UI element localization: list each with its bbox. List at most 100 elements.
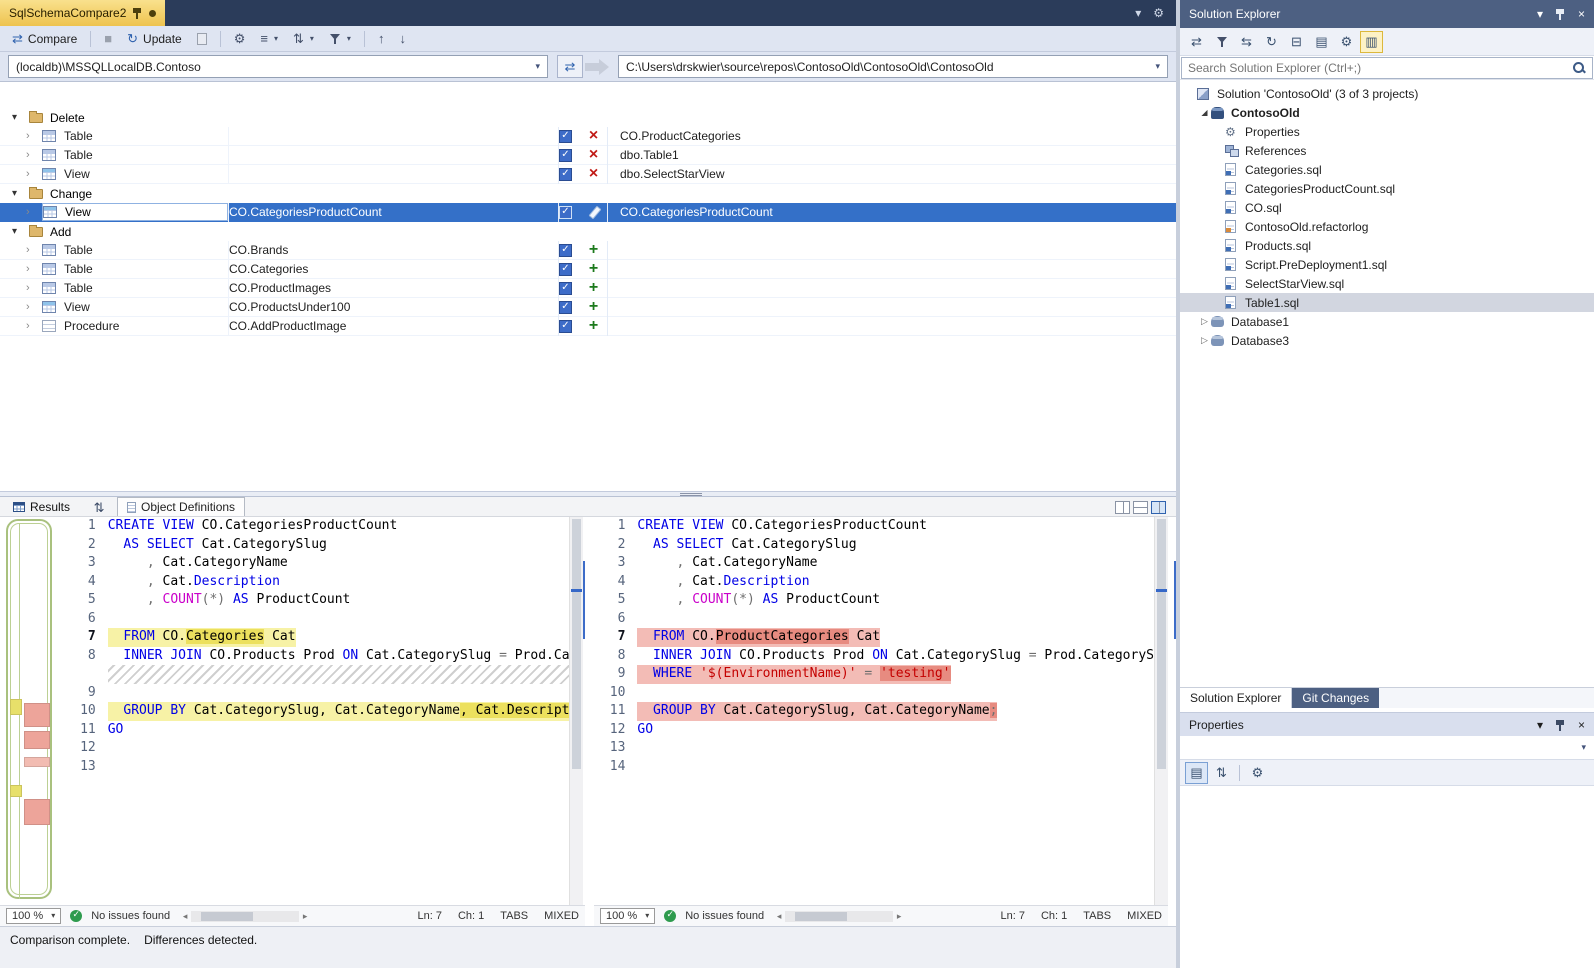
row-expander-icon[interactable]: › xyxy=(26,245,42,256)
include-checkbox[interactable]: ✓ xyxy=(559,206,572,219)
row-expander-icon[interactable]: › xyxy=(26,321,42,332)
schema-diff-row[interactable]: ›Table✓×dbo.Table1 xyxy=(0,146,1176,165)
scroll-right-icon[interactable]: ▸ xyxy=(299,912,311,921)
include-checkbox[interactable]: ✓ xyxy=(559,282,572,295)
tree-item-database1[interactable]: ▷Database1 xyxy=(1180,312,1594,331)
tree-item-contosoold[interactable]: ◢ContosoOld xyxy=(1180,103,1594,122)
include-checkbox[interactable]: ✓ xyxy=(559,263,572,276)
pin-icon[interactable] xyxy=(1556,8,1565,20)
tree-item-references[interactable]: References xyxy=(1180,141,1594,160)
tree-item-products-sql[interactable]: Products.sql xyxy=(1180,236,1594,255)
generate-script-button[interactable] xyxy=(191,31,213,47)
window-position-icon[interactable]: ▾ xyxy=(1537,719,1543,731)
schema-diff-row[interactable]: ›TableCO.ProductImages✓+ xyxy=(0,279,1176,298)
scrollbar-thumb[interactable] xyxy=(1157,519,1166,769)
schema-diff-row[interactable]: ›ViewCO.CategoriesProductCount✓CO.Catego… xyxy=(0,203,1176,222)
sync-with-active-document-icon[interactable]: ⇆ xyxy=(1235,31,1258,53)
source-combobox[interactable]: (localdb)\MSSQLLocalDB.Contoso ▾ xyxy=(8,55,548,78)
options-button[interactable]: ⚙ xyxy=(228,30,252,47)
tree-item-script-predeployment1-sql[interactable]: Script.PreDeployment1.sql xyxy=(1180,255,1594,274)
split-horizontal-button[interactable] xyxy=(1133,501,1148,514)
search-icon[interactable] xyxy=(1572,61,1586,75)
row-expander-icon[interactable]: › xyxy=(26,207,42,218)
row-expander-icon[interactable]: › xyxy=(26,264,42,275)
target-combobox[interactable]: C:\Users\drskwier\source\repos\ContosoOl… xyxy=(618,55,1168,78)
tree-item-table1-sql[interactable]: Table1.sql xyxy=(1180,293,1594,312)
editor-pane-divider[interactable] xyxy=(583,517,592,905)
tree-item-co-sql[interactable]: CO.sql xyxy=(1180,198,1594,217)
include-checkbox[interactable]: ✓ xyxy=(559,130,572,143)
schema-diff-row[interactable]: ›TableCO.Categories✓+ xyxy=(0,260,1176,279)
solution-explorer-titlebar[interactable]: Solution Explorer ▾ × xyxy=(1180,0,1594,28)
schema-diff-row[interactable]: ›View✓×dbo.SelectStarView xyxy=(0,165,1176,184)
include-checkbox[interactable]: ✓ xyxy=(559,301,572,314)
preview-selected-items-icon[interactable]: ▥ xyxy=(1360,31,1383,53)
tree-item-properties[interactable]: ⚙Properties xyxy=(1180,122,1594,141)
scrollbar-thumb[interactable] xyxy=(795,912,847,921)
include-checkbox[interactable]: ✓ xyxy=(559,244,572,257)
schema-diff-row[interactable]: ›ViewCO.ProductsUnder100✓+ xyxy=(0,298,1176,317)
scroll-left-icon[interactable]: ◂ xyxy=(179,912,191,921)
group-row-add[interactable]: ▾Add xyxy=(0,222,1176,241)
tree-item-contosoold-refactorlog[interactable]: ContosoOld.refactorlog xyxy=(1180,217,1594,236)
scroll-left-icon[interactable]: ◂ xyxy=(773,912,785,921)
alphabetical-icon[interactable]: ⇅ xyxy=(1210,762,1233,784)
tree-item-selectstarview-sql[interactable]: SelectStarView.sql xyxy=(1180,274,1594,293)
tab-solution-explorer[interactable]: Solution Explorer xyxy=(1180,688,1292,708)
pin-icon[interactable] xyxy=(1556,719,1565,731)
tree-item-solution-contosoold-3-of-3-projects-[interactable]: Solution 'ContosoOld' (3 of 3 projects) xyxy=(1180,84,1594,103)
schema-diff-row[interactable]: ›Table✓×CO.ProductCategories xyxy=(0,127,1176,146)
schema-diff-row[interactable]: ›TableCO.Brands✓+ xyxy=(0,241,1176,260)
update-button[interactable]: ↻ Update xyxy=(121,30,188,48)
document-tab-sqlschemacompare[interactable]: SqlSchemaCompare2 xyxy=(0,0,165,26)
expander-expanded-icon[interactable]: ◢ xyxy=(1198,109,1211,117)
pin-icon[interactable] xyxy=(133,7,142,19)
split-vertical-button[interactable] xyxy=(1115,501,1130,514)
row-expander-icon[interactable]: › xyxy=(26,131,42,142)
stop-button[interactable]: ■ xyxy=(98,30,118,47)
swap-source-target-button[interactable]: ⇄ xyxy=(557,55,583,78)
horizontal-scrollbar[interactable]: ◂ ▸ xyxy=(179,910,311,923)
previous-difference-button[interactable]: ↑ xyxy=(372,30,391,47)
tab-git-changes[interactable]: Git Changes xyxy=(1292,688,1379,708)
group-expander-icon[interactable]: ▾ xyxy=(12,113,22,123)
side-by-side-layout-button[interactable] xyxy=(1151,501,1166,514)
switch-views-icon[interactable]: ⇄ xyxy=(1185,31,1208,53)
scrollbar-thumb[interactable] xyxy=(201,912,253,921)
gear-icon[interactable]: ⚙ xyxy=(1153,7,1164,19)
diff-overview-map[interactable] xyxy=(0,517,62,905)
properties-object-combobox[interactable]: ▾ xyxy=(1180,736,1594,760)
horizontal-splitter[interactable] xyxy=(0,491,1176,497)
horizontal-scrollbar[interactable]: ◂ ▸ xyxy=(773,910,905,923)
search-input[interactable] xyxy=(1182,61,1572,75)
definition-sort-button[interactable]: ⇅ xyxy=(89,498,109,516)
scroll-right-icon[interactable]: ▸ xyxy=(893,912,905,921)
group-row-delete[interactable]: ▾Delete xyxy=(0,108,1176,127)
tab-results[interactable]: Results xyxy=(4,497,79,516)
include-checkbox[interactable]: ✓ xyxy=(559,168,572,181)
property-pages-icon[interactable]: ⚙ xyxy=(1246,762,1269,784)
target-definition-editor[interactable]: 1234567891011121314 CREATE VIEW CO.Categ… xyxy=(591,517,1168,905)
target-sql-code[interactable]: CREATE VIEW CO.CategoriesProductCount AS… xyxy=(637,517,1154,905)
sort-results-button[interactable]: ⇅ ▾ xyxy=(287,30,320,47)
categorized-icon[interactable]: ▤ xyxy=(1185,762,1208,784)
filter-icon[interactable] xyxy=(1210,31,1233,53)
properties-titlebar[interactable]: Properties ▾ × xyxy=(1180,712,1594,736)
compare-button[interactable]: ⇄ Compare xyxy=(6,30,83,48)
collapse-all-icon[interactable]: ⊟ xyxy=(1285,31,1308,53)
chevron-down-icon[interactable]: ▾ xyxy=(1135,7,1141,19)
group-row-change[interactable]: ▾Change xyxy=(0,184,1176,203)
include-checkbox[interactable]: ✓ xyxy=(559,320,572,333)
group-expander-icon[interactable]: ▾ xyxy=(12,189,22,199)
source-definition-editor[interactable]: 12345678910111213 CREATE VIEW CO.Categor… xyxy=(62,517,583,905)
next-difference-button[interactable]: ↓ xyxy=(393,30,412,47)
tab-object-definitions[interactable]: Object Definitions xyxy=(117,497,245,516)
zoom-selector[interactable]: 100 % ▾ xyxy=(600,908,655,924)
vertical-scrollbar[interactable] xyxy=(569,517,583,905)
tree-item-database3[interactable]: ▷Database3 xyxy=(1180,331,1594,350)
group-results-button[interactable]: ≡ ▾ xyxy=(254,30,284,47)
splitter-grip[interactable] xyxy=(680,493,702,496)
schema-diff-row[interactable]: ›ProcedureCO.AddProductImage✓+ xyxy=(0,317,1176,336)
row-expander-icon[interactable]: › xyxy=(26,150,42,161)
close-icon[interactable]: × xyxy=(1578,8,1585,20)
